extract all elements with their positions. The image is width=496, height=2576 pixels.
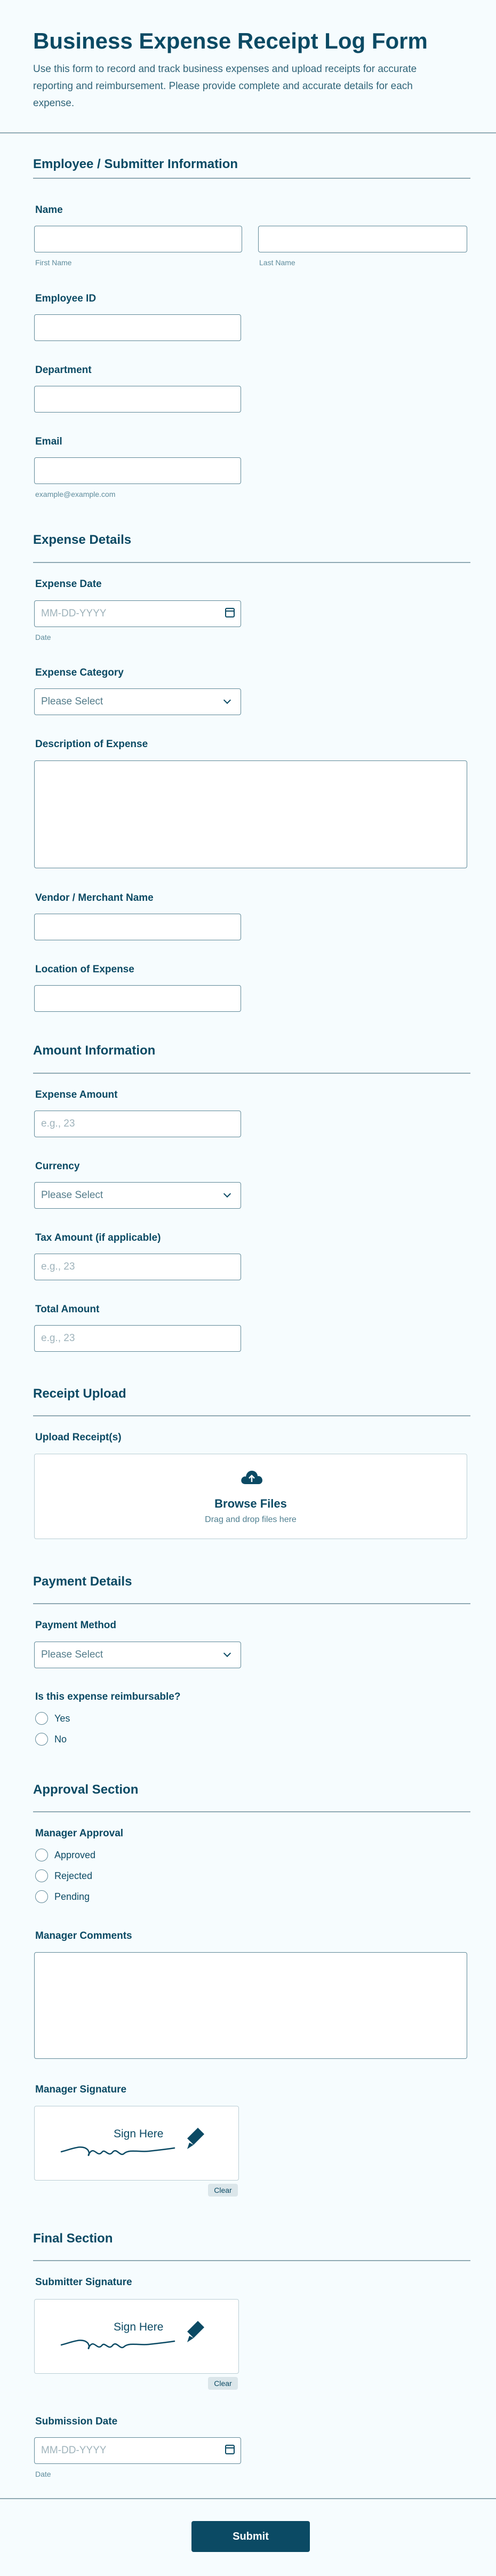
- email-input[interactable]: [34, 457, 241, 484]
- chevron-down-icon: [223, 1649, 231, 1658]
- department-label: Department: [35, 364, 92, 376]
- tax-input[interactable]: [34, 1254, 241, 1280]
- section-divider: [33, 1811, 470, 1812]
- radio-approved[interactable]: Approved: [35, 1849, 95, 1861]
- section-divider: [33, 2260, 470, 2261]
- name-label: Name: [35, 204, 63, 216]
- expense-date-input[interactable]: [34, 600, 241, 627]
- currency-select[interactable]: Please Select: [34, 1182, 241, 1209]
- expense-form: Business Expense Receipt Log Form Use th…: [0, 0, 496, 2576]
- manager-signature-pad[interactable]: Sign Here: [34, 2106, 239, 2181]
- cloud-upload-icon: [241, 1470, 262, 1484]
- email-label: Email: [35, 436, 62, 447]
- submitter-signature-clear-button[interactable]: Clear: [208, 2377, 238, 2390]
- last-name-input[interactable]: [258, 226, 467, 252]
- manager-comments-textarea[interactable]: [34, 1952, 467, 2059]
- submission-date-input[interactable]: [34, 2437, 241, 2464]
- expense-category-value: Please Select: [41, 696, 103, 707]
- expense-date-wrapper: [34, 600, 241, 627]
- upload-label: Upload Receipt(s): [35, 1432, 122, 1443]
- section-divider: [33, 1073, 470, 1074]
- radio-button[interactable]: [35, 1733, 48, 1746]
- employee-id-input[interactable]: [34, 314, 241, 341]
- tax-label: Tax Amount (if applicable): [35, 1232, 161, 1243]
- radio-rejected[interactable]: Rejected: [35, 1869, 92, 1882]
- chevron-down-icon: [223, 696, 231, 704]
- radio-button[interactable]: [35, 1890, 48, 1903]
- section-payment-title: Payment Details: [33, 1574, 132, 1589]
- amount-input[interactable]: [34, 1111, 241, 1137]
- expense-date-label: Expense Date: [35, 578, 102, 590]
- section-divider: [33, 562, 470, 563]
- section-receipt-title: Receipt Upload: [33, 1386, 126, 1401]
- submission-date-label: Submission Date: [35, 2416, 118, 2427]
- total-input[interactable]: [34, 1325, 241, 1352]
- submit-button[interactable]: Submit: [191, 2521, 310, 2552]
- section-approval-title: Approval Section: [33, 1782, 139, 1797]
- total-label: Total Amount: [35, 1304, 100, 1315]
- payment-method-select[interactable]: Please Select: [34, 1642, 241, 1668]
- section-divider: [33, 1415, 470, 1416]
- employee-id-label: Employee ID: [35, 293, 97, 304]
- expense-date-sublabel: Date: [35, 633, 51, 641]
- submission-date-sublabel: Date: [35, 2470, 51, 2478]
- radio-pending[interactable]: Pending: [35, 1890, 90, 1903]
- vendor-label: Vendor / Merchant Name: [35, 892, 154, 903]
- section-final-title: Final Section: [33, 2231, 113, 2246]
- browse-files-text: Browse Files: [214, 1497, 287, 1510]
- email-sublabel: example@example.com: [35, 490, 116, 498]
- first-name-input[interactable]: [34, 226, 242, 252]
- signature-scribble-icon: [60, 2128, 204, 2157]
- radio-button[interactable]: [35, 1849, 48, 1861]
- section-divider: [33, 1603, 470, 1604]
- radio-approved-label: Approved: [54, 1849, 96, 1860]
- submission-date-wrapper: [34, 2437, 241, 2464]
- manager-approval-label: Manager Approval: [35, 1828, 124, 1839]
- description-label: Description of Expense: [35, 739, 148, 750]
- file-upload-dropzone[interactable]: Browse Files Drag and drop files here: [34, 1454, 467, 1539]
- form-description: Use this form to record and track busine…: [33, 64, 417, 109]
- radio-no[interactable]: No: [35, 1733, 67, 1746]
- location-input[interactable]: [34, 985, 241, 1012]
- submitter-signature-label: Submitter Signature: [35, 2277, 132, 2288]
- department-input[interactable]: [34, 386, 241, 413]
- signature-scribble-icon: [60, 2321, 204, 2350]
- currency-value: Please Select: [41, 1190, 103, 1201]
- amount-label: Expense Amount: [35, 1089, 118, 1100]
- radio-rejected-label: Rejected: [54, 1870, 93, 1881]
- chevron-down-icon: [223, 1190, 231, 1198]
- radio-button[interactable]: [35, 1869, 48, 1882]
- calendar-icon[interactable]: [225, 608, 235, 617]
- form-title: Business Expense Receipt Log Form: [33, 28, 428, 53]
- location-label: Location of Expense: [35, 964, 134, 975]
- payment-method-value: Please Select: [41, 1649, 103, 1660]
- description-textarea[interactable]: [34, 760, 467, 868]
- payment-method-label: Payment Method: [35, 1620, 117, 1631]
- submitter-signature-pad[interactable]: Sign Here: [34, 2299, 239, 2374]
- first-name-sublabel: First Name: [35, 258, 72, 267]
- section-employee-title: Employee / Submitter Information: [33, 157, 238, 171]
- section-divider: [33, 178, 470, 179]
- manager-comments-label: Manager Comments: [35, 1930, 132, 1941]
- reimbursable-label: Is this expense reimbursable?: [35, 1691, 181, 1702]
- footer-divider: [0, 2498, 496, 2499]
- vendor-input[interactable]: [34, 914, 241, 940]
- radio-yes[interactable]: Yes: [35, 1712, 70, 1725]
- radio-no-label: No: [54, 1733, 67, 1745]
- expense-category-label: Expense Category: [35, 667, 124, 678]
- section-expense-title: Expense Details: [33, 533, 132, 547]
- section-amount-title: Amount Information: [33, 1043, 156, 1058]
- radio-yes-label: Yes: [54, 1713, 70, 1724]
- form-header: Business Expense Receipt Log Form Use th…: [0, 0, 496, 133]
- radio-pending-label: Pending: [54, 1891, 90, 1902]
- currency-label: Currency: [35, 1161, 80, 1172]
- calendar-icon[interactable]: [225, 2445, 235, 2454]
- radio-button[interactable]: [35, 1712, 48, 1725]
- manager-signature-label: Manager Signature: [35, 2084, 127, 2095]
- manager-signature-clear-button[interactable]: Clear: [208, 2184, 238, 2197]
- last-name-sublabel: Last Name: [259, 258, 295, 267]
- expense-category-select[interactable]: Please Select: [34, 688, 241, 715]
- drag-drop-text: Drag and drop files here: [205, 1515, 297, 1524]
